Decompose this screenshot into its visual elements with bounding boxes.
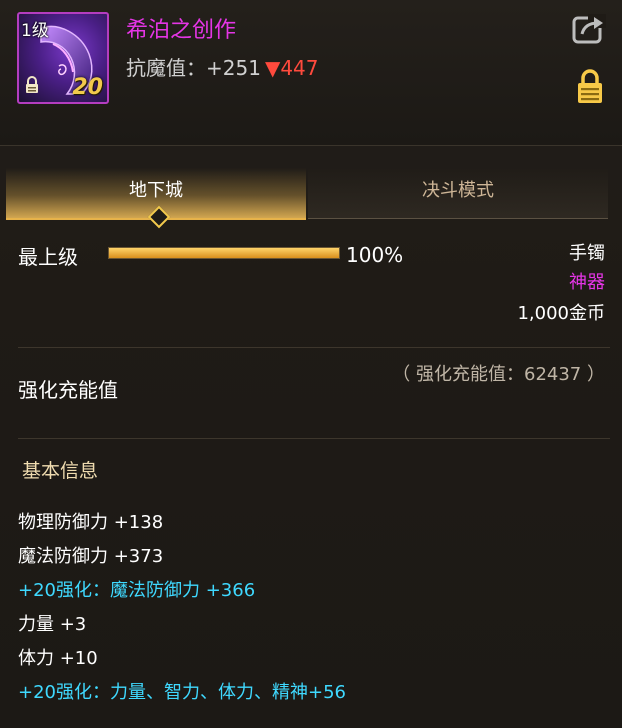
item-main-stat: 抗魔值：+251 ▼447: [126, 52, 319, 81]
item-icon-frame[interactable]: 1级 20: [17, 12, 109, 104]
item-tooltip-panel: 1级 20 希泊之创作 抗魔值：+251 ▼447 地下城 决斗模式 最上级 1…: [0, 0, 622, 728]
basic-info-title: 基本信息: [22, 460, 99, 482]
tab-duel-mode[interactable]: 决斗模式: [308, 168, 608, 219]
item-stat-delta: ▼447: [264, 56, 319, 80]
mode-tabs: 地下城 决斗模式: [6, 168, 610, 229]
level-percent: 100%: [346, 243, 404, 267]
lock-icon[interactable]: [576, 68, 604, 104]
charge-value: （ 强化充能值：62437 ）: [392, 364, 605, 385]
level-progress-bar: [108, 247, 340, 259]
stat-line: 力量 +3: [18, 614, 87, 635]
level-progress-fill: [109, 248, 339, 258]
item-header: 1级 20 希泊之创作 抗魔值：+251 ▼447: [0, 0, 622, 146]
item-enhancement-level: 20: [72, 75, 103, 100]
item-price: 1,000金币: [517, 303, 605, 324]
level-label: 最上级: [18, 245, 78, 269]
item-grade: 神器: [569, 272, 605, 293]
item-name: 希泊之创作: [126, 18, 237, 43]
share-icon[interactable]: [572, 14, 606, 44]
divider: [18, 438, 610, 439]
charge-title: 强化充能值: [18, 378, 118, 402]
item-type: 手镯: [569, 243, 605, 264]
stat-line: +20强化：魔法防御力 +366: [18, 580, 256, 601]
item-level-badge: 1级: [21, 21, 49, 41]
lock-icon: [26, 76, 38, 93]
stat-line: +20强化：力量、智力、体力、精神+56: [18, 682, 346, 703]
stat-line: 体力 +10: [18, 648, 98, 669]
item-main-stat-label: 抗魔值：+251: [126, 56, 261, 80]
basic-info-stats: 物理防御力 +138 魔法防御力 +373 +20强化：魔法防御力 +366 力…: [18, 510, 346, 714]
stat-line: 物理防御力 +138: [18, 512, 164, 533]
divider: [18, 347, 610, 348]
stat-line: 魔法防御力 +373: [18, 546, 164, 567]
